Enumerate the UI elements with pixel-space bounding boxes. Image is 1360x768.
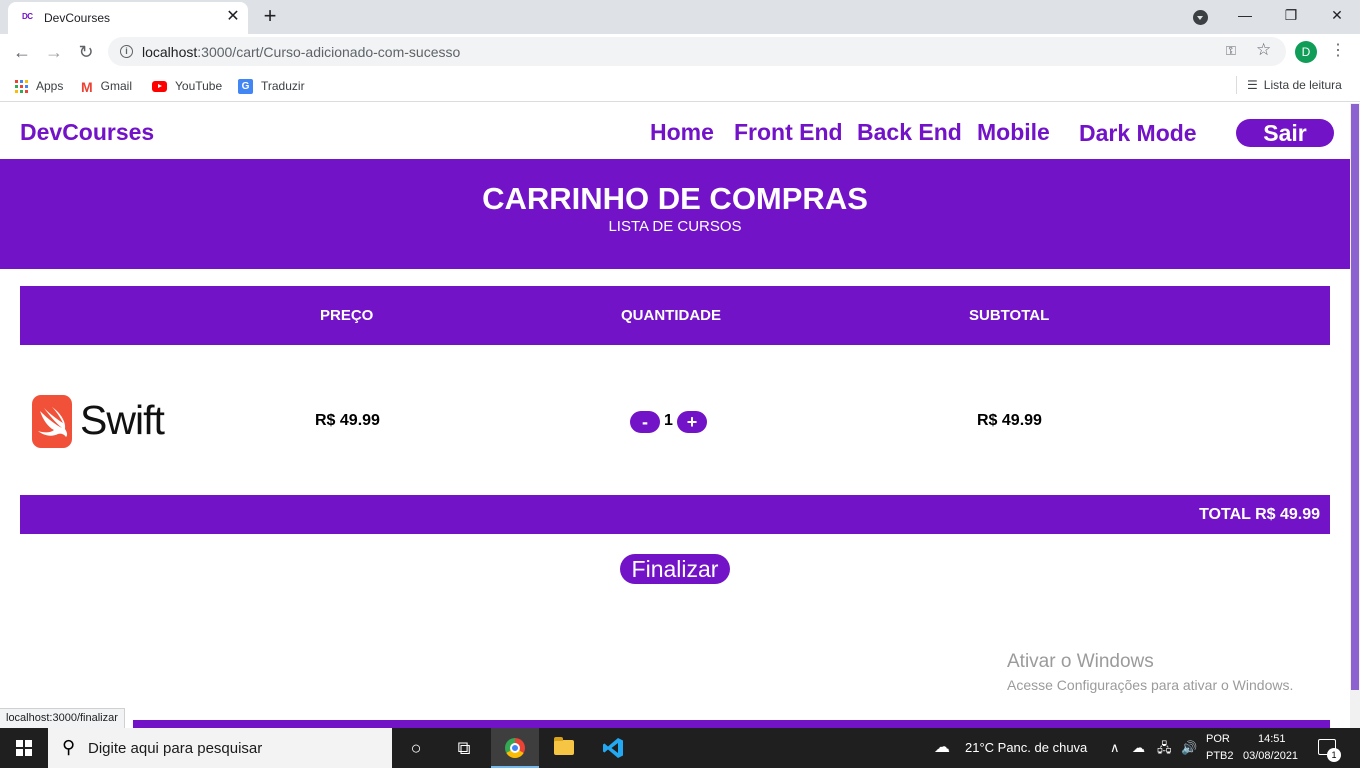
devcourses-favicon-icon: DC	[22, 12, 33, 21]
url-host: localhost	[142, 44, 198, 60]
bookmark-youtube[interactable]: YouTube	[152, 77, 222, 95]
brand-logo[interactable]: DevCourses	[20, 119, 154, 146]
tab-title: DevCourses	[44, 11, 111, 25]
cart-total-bar: TOTAL R$ 49.99	[20, 495, 1330, 534]
browser-toolbar: ← → ↻ i localhost:3000/cart/Curso-adicio…	[0, 34, 1360, 70]
bookmark-label: YouTube	[175, 79, 223, 93]
page-title: CARRINHO DE COMPRAS	[482, 181, 868, 216]
item-quantity: 1	[664, 412, 673, 429]
new-tab-icon[interactable]: +	[258, 5, 282, 29]
cortana-icon[interactable]: ○	[392, 728, 440, 768]
clock-time[interactable]: 14:51	[1258, 733, 1286, 745]
bookmark-apps[interactable]: Apps	[15, 77, 63, 95]
header-quantity: QUANTIDADE	[621, 307, 721, 324]
notification-badge: 1	[1327, 748, 1341, 762]
start-button[interactable]	[0, 728, 48, 768]
page-viewport: DevCourses Home Front End Back End Mobil…	[0, 103, 1350, 728]
nav-mobile[interactable]: Mobile	[977, 119, 1050, 146]
nav-back-end[interactable]: Back End	[857, 119, 962, 146]
decrement-button[interactable]: -	[630, 411, 660, 433]
youtube-icon	[152, 81, 167, 93]
chrome-taskbar-button[interactable]	[491, 728, 539, 768]
search-placeholder: Digite aqui para pesquisar	[88, 740, 263, 757]
browser-menu-icon[interactable]: ⋮	[1330, 40, 1346, 64]
address-bar[interactable]: i localhost:3000/cart/Curso-adicionado-c…	[108, 37, 1286, 66]
vscode-taskbar-button[interactable]	[589, 728, 637, 768]
show-hidden-icons[interactable]: ∧	[1110, 728, 1120, 768]
gmail-icon: M	[81, 78, 93, 95]
item-price: R$ 49.99	[315, 412, 380, 429]
bookmark-label: Apps	[36, 79, 64, 93]
reading-list-button[interactable]: ☰ Lista de leitura	[1236, 76, 1342, 94]
keyboard-layout[interactable]: PTB2	[1206, 750, 1234, 762]
page-footer	[133, 720, 1330, 728]
header-price: PREÇO	[320, 307, 374, 324]
page-scrollbar[interactable]	[1350, 103, 1360, 728]
site-navbar: DevCourses Home Front End Back End Mobil…	[0, 103, 1350, 159]
network-icon[interactable]: 🖧	[1157, 728, 1172, 768]
forward-icon[interactable]: →	[41, 39, 67, 65]
bookmark-gmail[interactable]: M Gmail	[81, 77, 132, 95]
checkout-button[interactable]: Finalizar	[620, 554, 730, 584]
scrollbar-thumb[interactable]	[1351, 104, 1359, 690]
link-status-bubble: localhost:3000/finalizar	[0, 708, 125, 728]
windows-logo-icon	[16, 740, 32, 756]
task-view-icon[interactable]: ⧉	[440, 728, 488, 768]
bookmark-traduzir[interactable]: G Traduzir	[238, 77, 305, 95]
url-text[interactable]: localhost:3000/cart/Curso-adicionado-com…	[142, 44, 460, 60]
key-icon[interactable]: ⚿	[1226, 43, 1236, 59]
profile-avatar[interactable]: D	[1295, 41, 1317, 63]
minimize-icon[interactable]: —	[1222, 0, 1268, 32]
clock-date[interactable]: 03/08/2021	[1243, 750, 1298, 762]
page-subtitle: LISTA DE CURSOS	[608, 218, 742, 235]
restore-icon[interactable]: ❐	[1268, 0, 1314, 32]
search-icon: ⚲	[62, 737, 76, 757]
windows-activation-text: Acesse Configurações para ativar o Windo…	[1007, 677, 1294, 693]
bookmarks-bar: Apps M Gmail YouTube G Traduzir ☰ Lista de …	[0, 70, 1360, 102]
onedrive-icon[interactable]: ☁	[1132, 728, 1145, 768]
bookmark-label: Gmail	[100, 79, 133, 93]
cart-header: CARRINHO DE COMPRAS LISTA DE CURSOS	[0, 159, 1350, 269]
reading-list-label: Lista de leitura	[1263, 78, 1342, 92]
reload-icon[interactable]: ↻	[73, 39, 99, 65]
tab-close-icon[interactable]: ✕	[224, 8, 242, 26]
volume-icon[interactable]: 🔊	[1181, 728, 1197, 768]
nav-front-end[interactable]: Front End	[734, 119, 843, 146]
taskbar-search[interactable]: ⚲ Digite aqui para pesquisar	[48, 728, 392, 768]
back-icon[interactable]: ←	[9, 39, 35, 65]
weather-icon[interactable]: ☁	[934, 728, 950, 768]
window-close-icon[interactable]: ✕	[1314, 0, 1360, 32]
bookmark-label: Traduzir	[261, 79, 305, 93]
browser-tabstrip: DC DevCourses ✕ + — ❐ ✕	[0, 0, 1360, 34]
course-name: Swift	[80, 397, 165, 443]
increment-button[interactable]: +	[677, 411, 707, 433]
logout-button[interactable]: Sair	[1236, 119, 1334, 147]
cart-table-header: PREÇO QUANTIDADE SUBTOTAL	[20, 286, 1330, 345]
windows-taskbar: ⚲ Digite aqui para pesquisar ○ ⧉ ☁ 21°C …	[0, 728, 1360, 768]
google-translate-icon: G	[238, 79, 253, 95]
tab-search-icon[interactable]	[1193, 10, 1208, 25]
file-explorer-taskbar-button[interactable]	[540, 728, 588, 768]
bookmark-star-icon[interactable]: ☆	[1256, 40, 1271, 60]
folder-icon	[554, 737, 574, 755]
weather-text[interactable]: 21°C Panc. de chuva	[965, 728, 1087, 768]
cart-total: TOTAL R$ 49.99	[1199, 506, 1320, 523]
chrome-icon	[505, 738, 525, 758]
reading-list-icon: ☰	[1247, 78, 1258, 92]
cart-item-row: Swift R$ 49.99 - 1 + R$ 49.99	[20, 345, 1330, 495]
header-subtotal: SUBTOTAL	[969, 307, 1050, 324]
item-subtotal: R$ 49.99	[977, 412, 1042, 429]
swift-bird-icon	[32, 395, 72, 448]
language-code[interactable]: POR	[1206, 733, 1230, 745]
site-info-icon[interactable]: i	[120, 45, 133, 58]
apps-grid-icon	[15, 80, 28, 94]
url-path: :3000/cart/Curso-adicionado-com-sucesso	[197, 44, 461, 60]
dark-mode-toggle[interactable]: Dark Mode	[1079, 120, 1197, 147]
vscode-icon	[603, 738, 623, 758]
nav-home[interactable]: Home	[650, 119, 714, 146]
swift-course-logo: Swift	[32, 395, 165, 451]
browser-tab[interactable]: DC DevCourses ✕	[8, 2, 248, 34]
windows-activation-title: Ativar o Windows	[1007, 651, 1154, 672]
